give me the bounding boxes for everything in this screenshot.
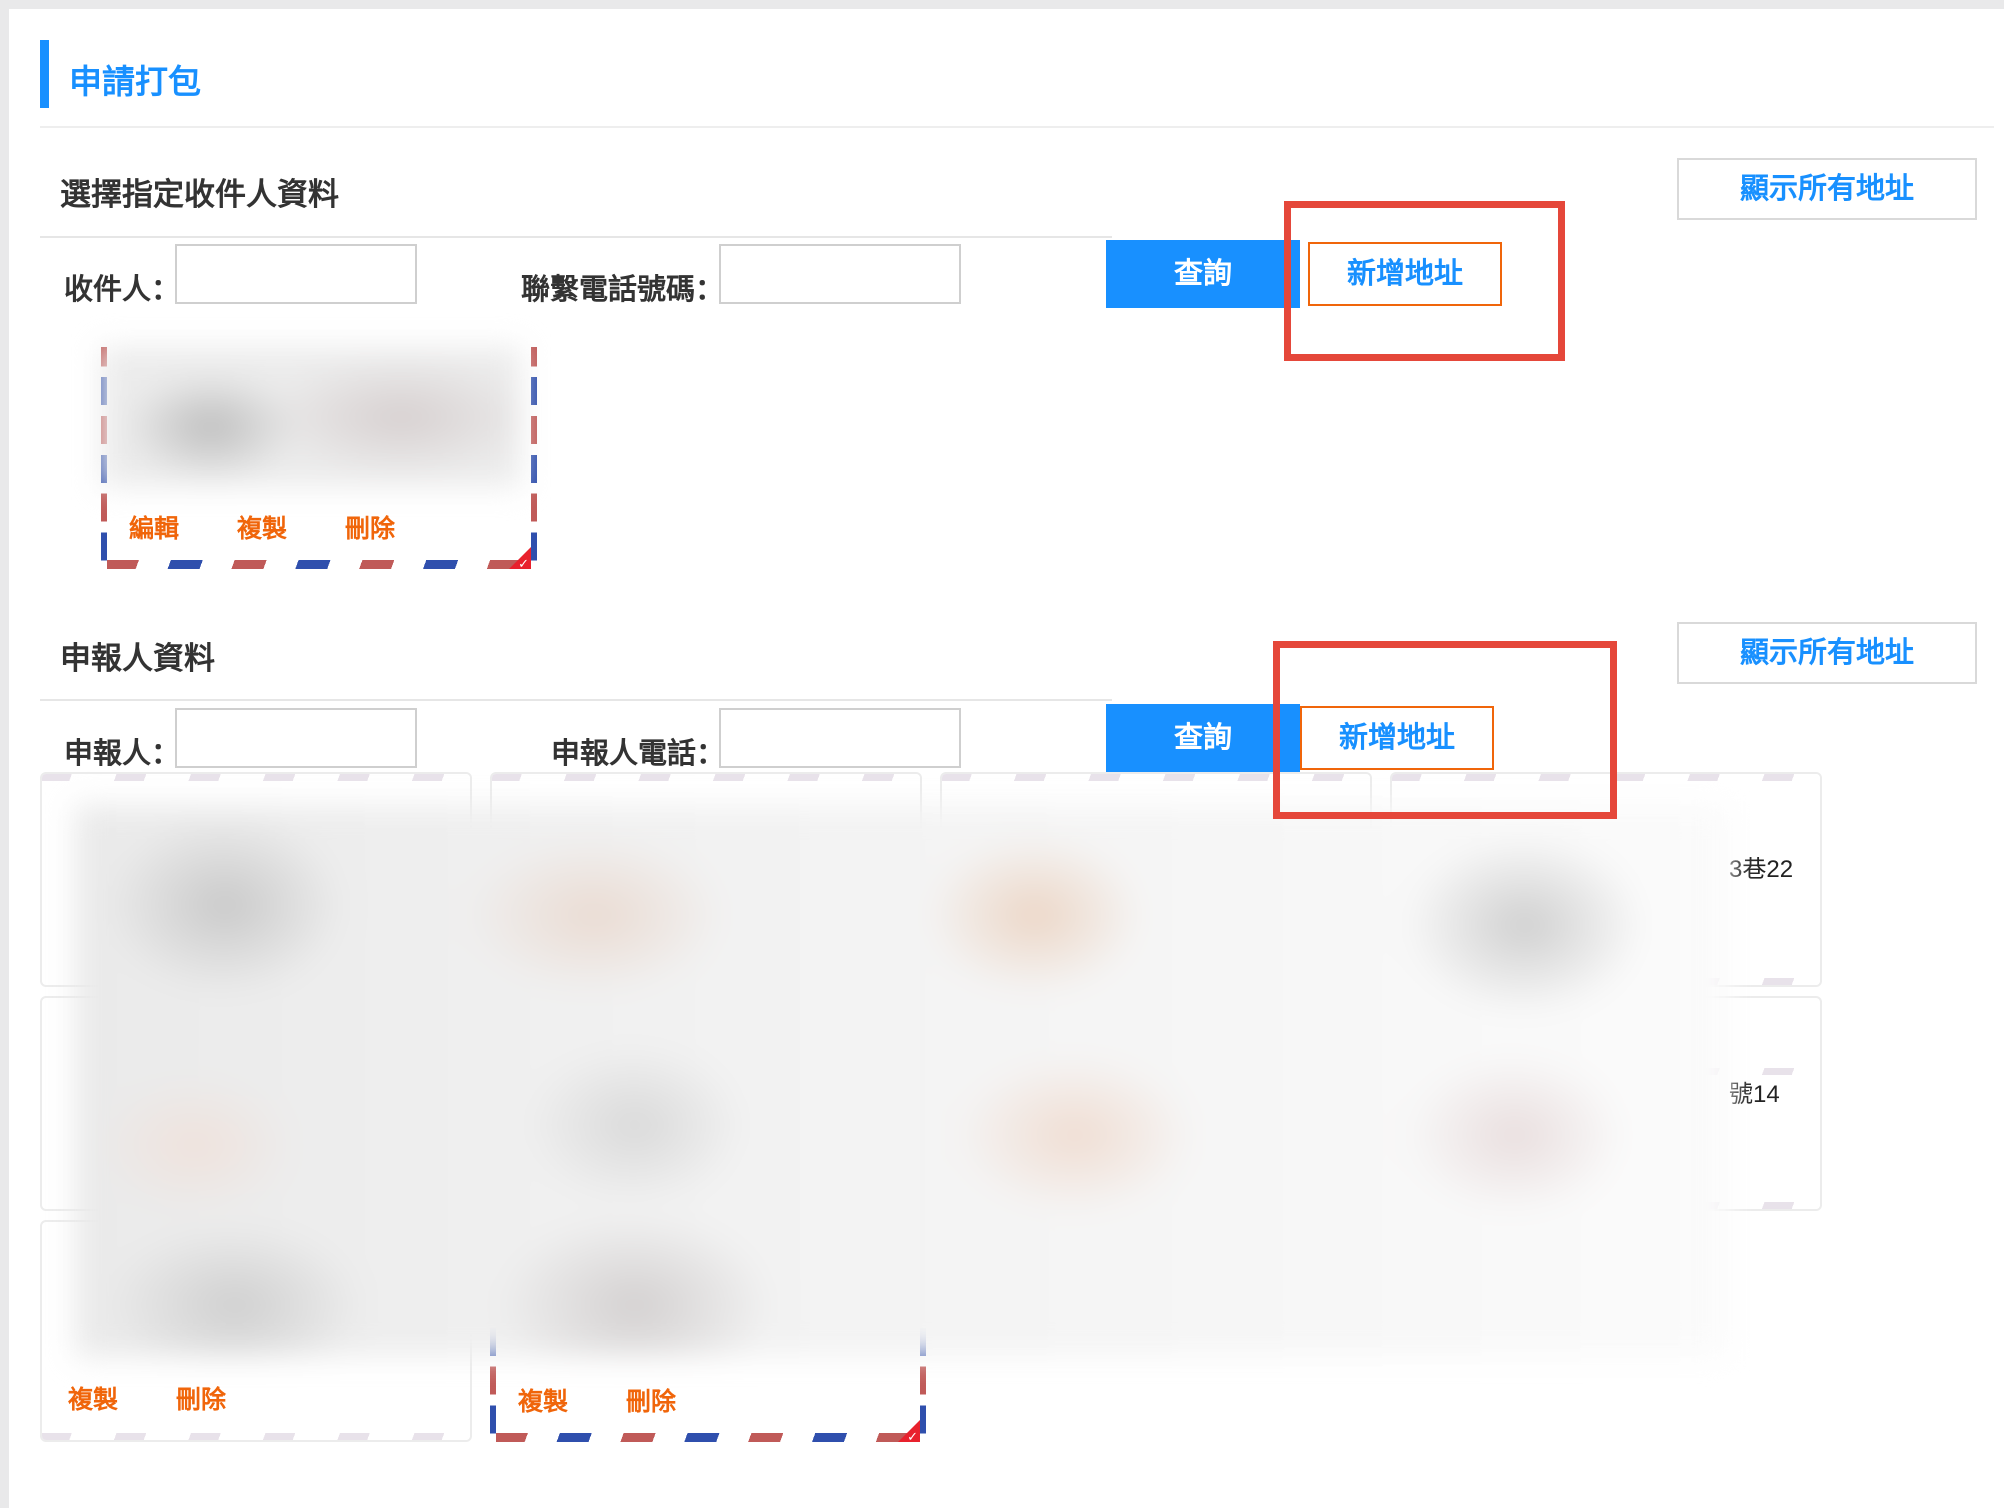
recipient-add-address-button[interactable]: 新增地址 [1308,242,1502,306]
declarant-phone-label: 申報人電話： [551,738,726,770]
declarant-section-divider [40,699,1112,701]
card-stripe [942,774,1370,781]
header-divider [40,126,1994,128]
card-actions: 編輯 複製 刪除 [129,509,395,545]
recipient-label: 收件人： [64,274,181,306]
recipient-query-button[interactable]: 查詢 [1106,240,1300,308]
card-actions: 複製 刪除 [518,1382,676,1418]
redacted-recipient-info [101,347,521,487]
recipient-phone-input[interactable] [719,244,961,304]
page-title: 申請打包 [69,63,201,100]
airmail-stripe [107,560,531,569]
title-accent-bar [40,40,49,108]
copy-link[interactable]: 複製 [68,1380,118,1416]
checkmark-icon: ✓ [907,1429,918,1442]
declarant-label: 申報人： [64,738,181,770]
declarant-input[interactable] [175,708,417,768]
recipient-section-title: 選擇指定收件人資料 [60,177,339,212]
card-stripe [42,774,470,781]
delete-link[interactable]: 刪除 [626,1382,676,1418]
apply-package-panel: 申請打包 選擇指定收件人資料 顯示所有地址 收件人： 聯繫電話號碼： 查詢 新增… [9,9,2004,1508]
recipient-input[interactable] [175,244,417,304]
declarant-query-button[interactable]: 查詢 [1106,704,1300,772]
declarant-show-all-button[interactable]: 顯示所有地址 [1677,622,1977,684]
checkmark-icon: ✓ [518,556,529,569]
address-fragment: 號14 [1729,1081,1780,1108]
delete-link[interactable]: 刪除 [176,1380,226,1416]
recipient-phone-label: 聯繫電話號碼： [521,274,725,306]
card-stripe [492,774,920,781]
card-stripe [1392,774,1820,781]
declarant-section-title: 申報人資料 [60,641,215,676]
copy-link[interactable]: 複製 [518,1382,568,1418]
card-stripe [42,1433,470,1440]
recipient-show-all-button[interactable]: 顯示所有地址 [1677,158,1977,220]
copy-link[interactable]: 複製 [237,509,287,545]
declarant-phone-input[interactable] [719,708,961,768]
address-fragment: 3巷22 [1729,856,1794,883]
card-actions: 複製 刪除 [68,1380,226,1416]
recipient-section-divider [40,236,1112,238]
delete-link[interactable]: 刪除 [345,509,395,545]
redacted-declarant-cards [75,805,1729,1357]
edit-link[interactable]: 編輯 [129,509,179,545]
airmail-stripe [496,1433,920,1442]
declarant-add-address-button[interactable]: 新增地址 [1300,706,1494,770]
